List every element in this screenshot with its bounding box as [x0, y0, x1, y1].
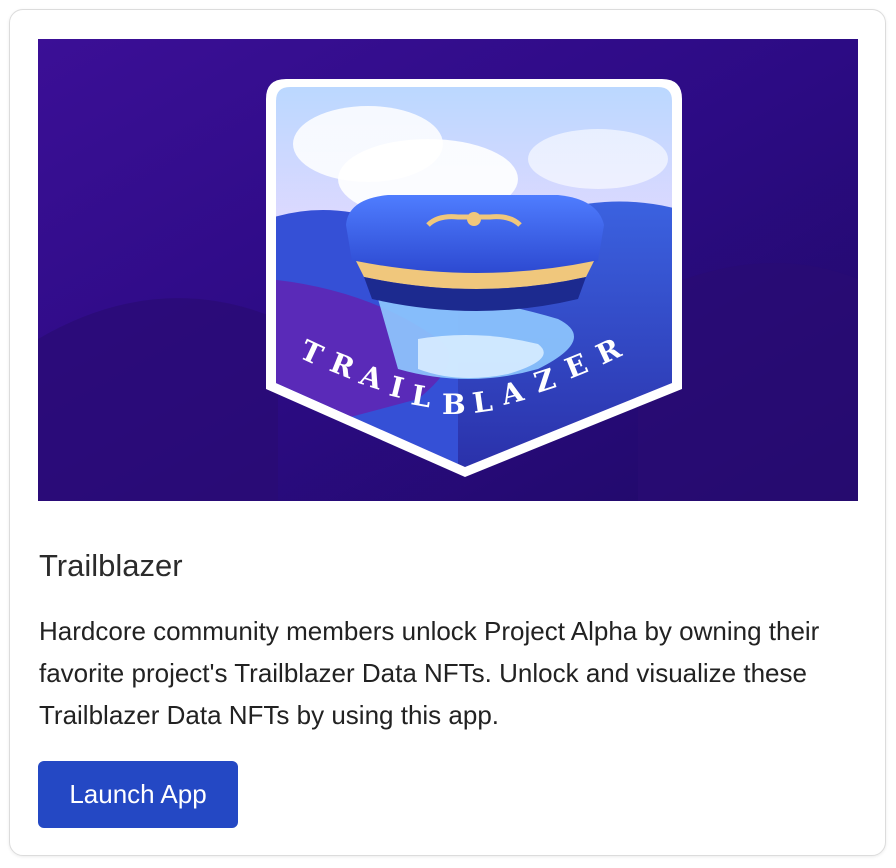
card-description: Hardcore community members unlock Projec… — [39, 616, 820, 730]
trailblazer-badge-image: T R A I L B L A Z E R — [38, 39, 858, 501]
card-title: Trailblazer — [39, 548, 183, 583]
launch-app-button[interactable]: Launch App — [38, 761, 238, 828]
svg-text:B: B — [442, 388, 466, 421]
